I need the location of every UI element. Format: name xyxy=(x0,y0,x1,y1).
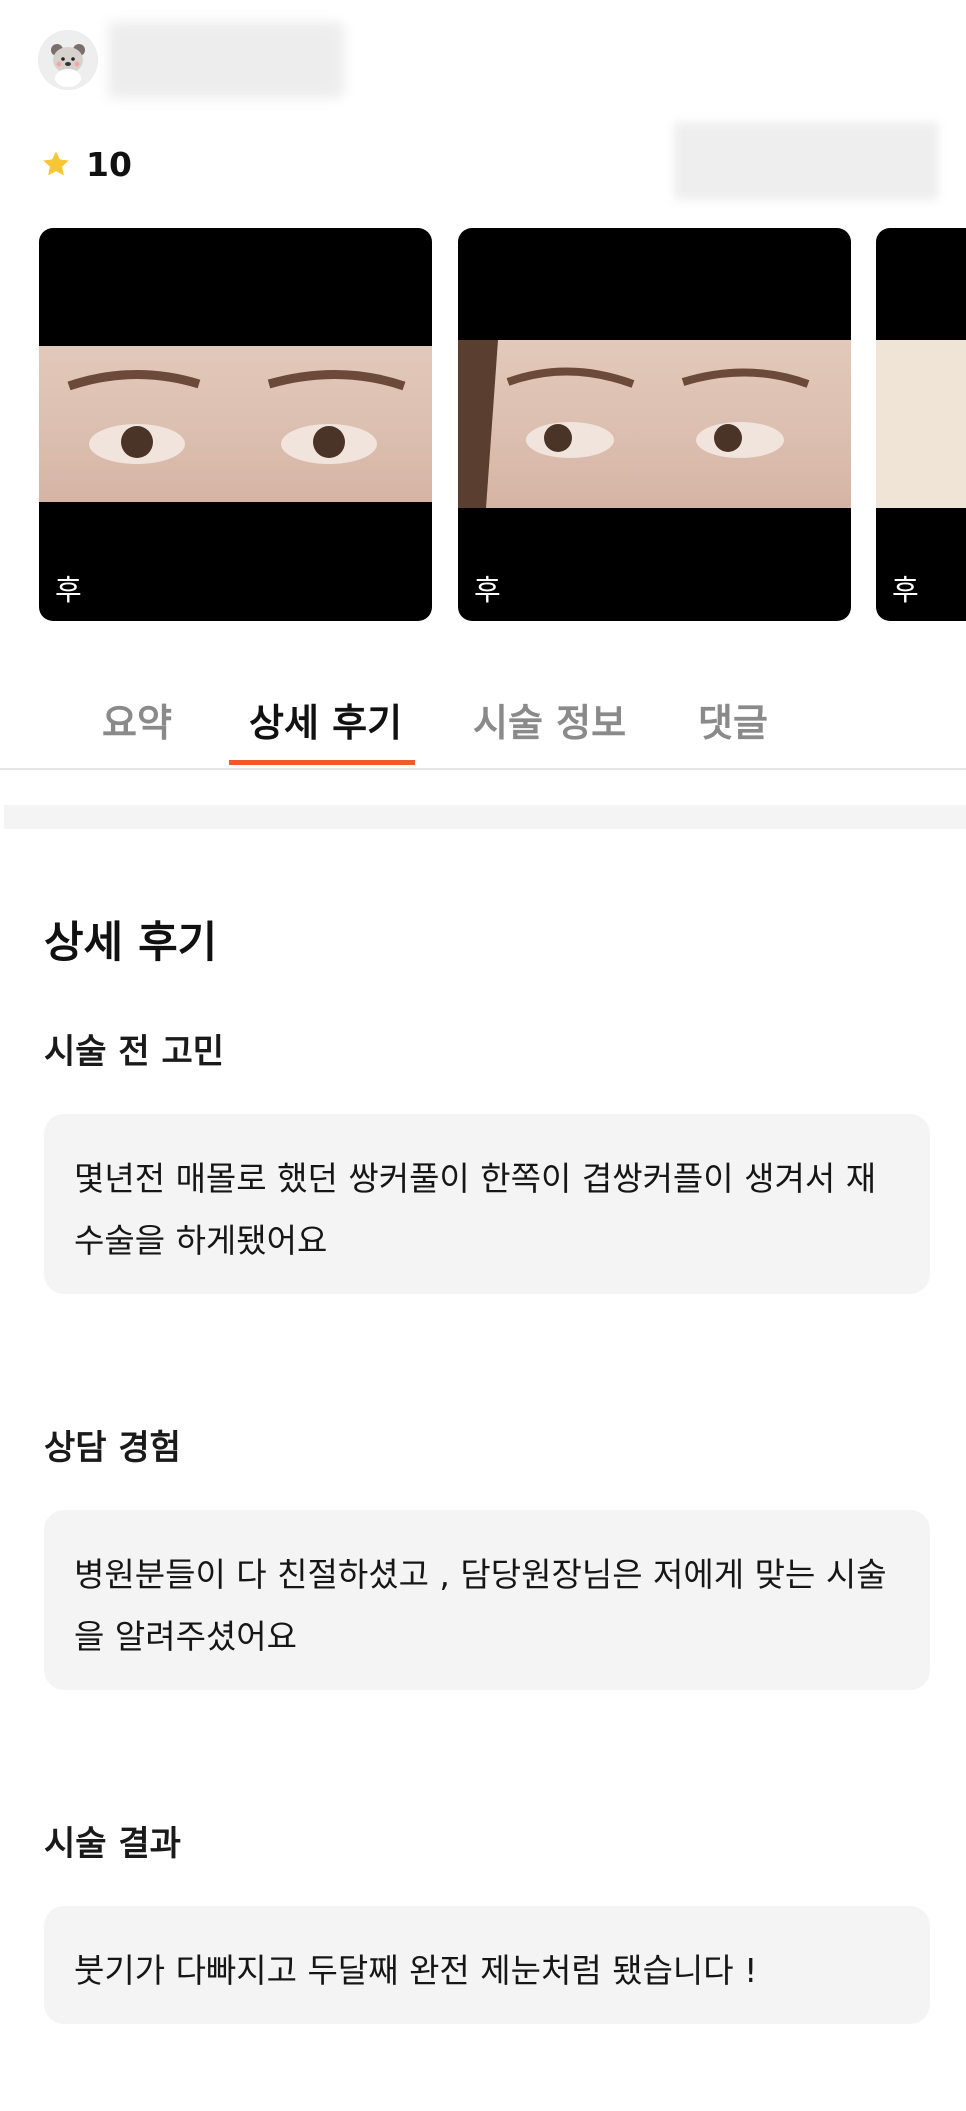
photo-gallery[interactable]: 후 후 후 xyxy=(0,228,966,622)
review-header xyxy=(0,0,966,120)
photo-label: 후 xyxy=(892,573,919,607)
section-title: 상세 후기 xyxy=(44,918,218,968)
photo-image xyxy=(876,340,966,508)
question-label: 시술 결과 xyxy=(44,1824,181,1864)
section-divider xyxy=(4,805,966,829)
answer-box: 몇년전 매몰로 했던 쌍커풀이 한쪽이 겹쌍커플이 생겨서 재수술을 하게됐어요 xyxy=(44,1114,930,1294)
rating-row: 10 xyxy=(40,144,132,184)
tab-detailed-review[interactable]: 상세 후기 xyxy=(249,692,402,747)
photo-label: 후 xyxy=(474,573,501,607)
photo-label: 후 xyxy=(55,573,82,607)
photo-image xyxy=(39,346,432,502)
photo-card[interactable]: 후 xyxy=(458,228,851,621)
answer-box: 병원분들이 다 친절하셨고 , 담당원장님은 저에게 맞는 시술을 알려주셨어요 xyxy=(44,1510,930,1690)
question-label: 시술 전 고민 xyxy=(44,1032,225,1072)
photo-card[interactable]: 후 xyxy=(876,228,966,621)
bear-avatar-icon xyxy=(38,30,98,90)
rating-value: 10 xyxy=(86,144,132,184)
answer-box: 붓기가 다빠지고 두달째 완전 제눈처럼 됐습니다 ! xyxy=(44,1906,930,2024)
tab-procedure-info[interactable]: 시술 정보 xyxy=(473,692,626,747)
question-label: 상담 경험 xyxy=(44,1428,181,1468)
date-redacted xyxy=(674,122,938,200)
username-redacted xyxy=(108,22,344,98)
review-tabs: 요약 상세 후기 시술 정보 댓글 xyxy=(0,668,966,770)
photo-image xyxy=(458,340,851,508)
active-tab-indicator xyxy=(229,760,415,765)
photo-card[interactable]: 후 xyxy=(39,228,432,621)
star-icon xyxy=(43,151,69,176)
tab-summary[interactable]: 요약 xyxy=(102,692,172,747)
tab-comments[interactable]: 댓글 xyxy=(698,692,768,747)
user-avatar[interactable] xyxy=(38,30,98,90)
